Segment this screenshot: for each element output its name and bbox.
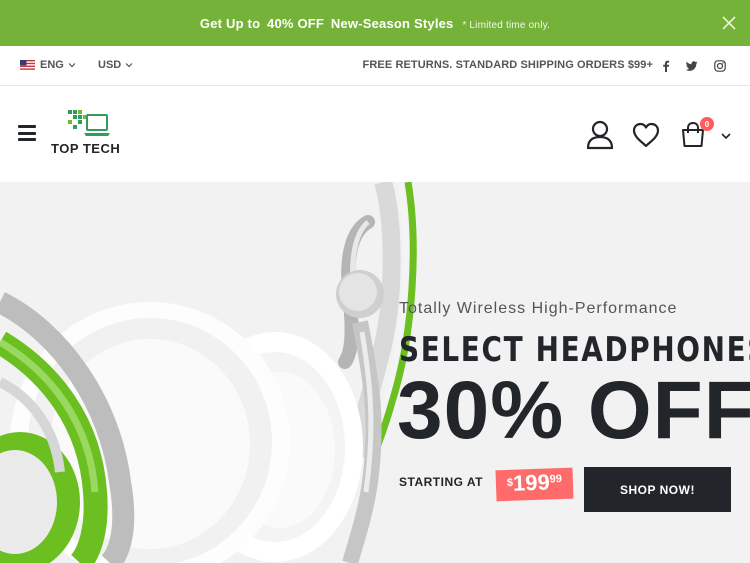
price-decimal: 99 <box>549 473 563 486</box>
twitter-icon[interactable] <box>684 58 700 74</box>
starting-at-label: STARTING AT <box>399 475 483 489</box>
price-tag: $ 199 99 <box>495 467 574 502</box>
logo[interactable]: TOP TECH <box>51 107 143 157</box>
promo-highlight: 40% OFF <box>267 15 325 31</box>
language-label: ENG <box>40 59 64 71</box>
headphones-image <box>0 182 417 563</box>
shipping-notice: FREE RETURNS. STANDARD SHIPPING ORDERS $… <box>362 59 653 71</box>
menu-icon[interactable] <box>18 125 36 141</box>
currency-selector[interactable]: USD <box>98 59 133 71</box>
chevron-down-icon <box>125 63 133 68</box>
facebook-icon[interactable] <box>658 58 674 74</box>
shop-now-button[interactable]: SHOP NOW! <box>584 467 731 512</box>
hero-subtitle: Totally Wireless High-Performance <box>399 300 678 317</box>
logo-mark <box>68 110 110 136</box>
cart-count-badge: 0 <box>700 117 714 131</box>
heart-icon[interactable] <box>632 122 660 148</box>
close-icon[interactable] <box>720 14 738 32</box>
hero-title: SELECT HEADPHONES <box>399 330 750 370</box>
logo-text: TOP TECH <box>51 141 121 156</box>
promo-suffix: New-Season Styles <box>330 15 454 31</box>
chevron-down-icon[interactable] <box>721 132 731 140</box>
promo-prefix: Get Up to <box>199 15 261 31</box>
hero-discount: 30% OFF <box>397 365 750 456</box>
price-integer: 199 <box>512 469 551 496</box>
promo-bar: Get Up to 40% OFF New-Season Styles * Li… <box>0 0 750 46</box>
promo-message: Get Up to 40% OFF New-Season Styles * Li… <box>200 16 550 31</box>
user-icon[interactable] <box>586 120 614 150</box>
language-selector[interactable]: ENG <box>20 59 76 71</box>
currency-label: USD <box>98 59 122 71</box>
chevron-down-icon <box>68 63 76 68</box>
promo-note: * Limited time only. <box>462 19 551 31</box>
instagram-icon[interactable] <box>712 58 728 74</box>
top-bar: ENG USD FREE RETURNS. STANDARD SHIPPING … <box>0 46 750 86</box>
hero-banner: Totally Wireless High-Performance SELECT… <box>0 182 750 563</box>
us-flag-icon <box>20 60 35 70</box>
main-header: TOP TECH 0 <box>0 87 750 182</box>
